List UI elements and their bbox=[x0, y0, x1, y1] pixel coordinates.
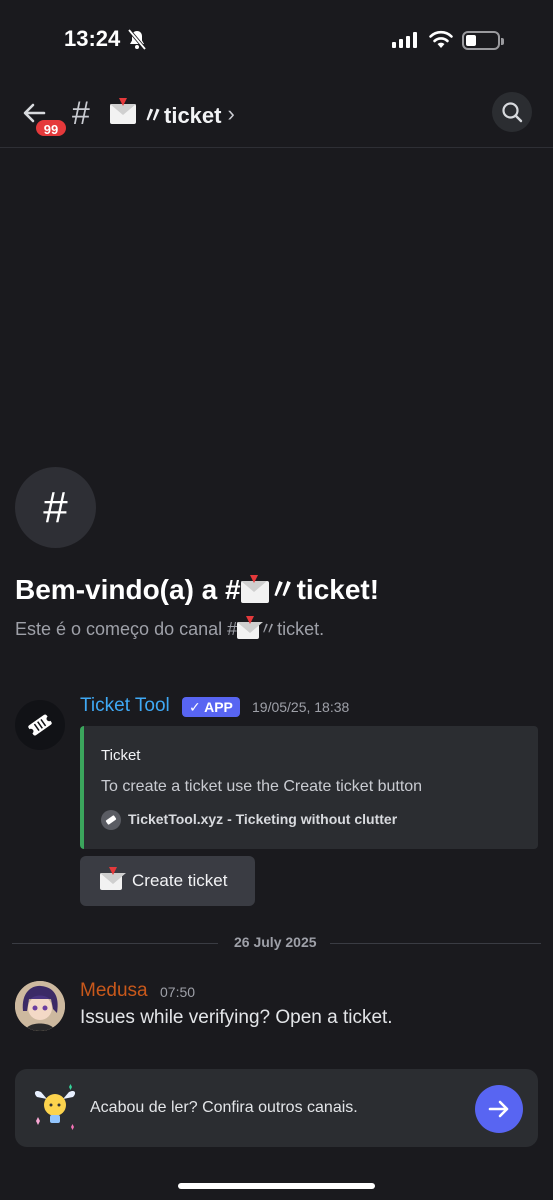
channel-hash-icon: # bbox=[72, 95, 90, 131]
channel-name: 〃ticket bbox=[142, 103, 222, 128]
unread-badge: 99 bbox=[34, 118, 68, 138]
next-channel-button[interactable] bbox=[475, 1085, 523, 1133]
status-time: 13:24 bbox=[64, 26, 121, 51]
ticket-tool-avatar[interactable] bbox=[15, 700, 65, 750]
arrow-right-icon bbox=[488, 1100, 509, 1118]
message-author[interactable]: Medusa bbox=[80, 980, 148, 1002]
next-channel-card[interactable]: Acabou de ler? Confira outros canais. bbox=[15, 1069, 538, 1147]
message-embed: Ticket To create a ticket use the Create… bbox=[80, 726, 538, 849]
envelope-arrow-icon bbox=[240, 574, 269, 603]
cellular-signal-icon bbox=[392, 32, 417, 48]
app-tag: ✓ APP bbox=[182, 697, 240, 717]
message-timestamp: 07:50 bbox=[160, 984, 196, 1000]
date-divider: 26 July 2025 bbox=[12, 933, 541, 953]
search-icon bbox=[502, 102, 523, 123]
embed-description: To create a ticket use the Create ticket… bbox=[101, 778, 423, 795]
embed-title: Ticket bbox=[101, 747, 141, 764]
welcome-subtitle: Este é o começo do canal # 〃ticket. bbox=[15, 615, 325, 639]
channel-title[interactable]: 〃ticket › bbox=[110, 98, 235, 130]
search-button[interactable] bbox=[492, 92, 532, 132]
channel-hash-avatar: # bbox=[15, 467, 96, 548]
status-bar: 13:24 bbox=[0, 0, 553, 80]
channel-header: 99 # 〃ticket › bbox=[0, 80, 553, 148]
chevron-right-icon: › bbox=[227, 101, 235, 126]
wifi-icon bbox=[428, 29, 454, 54]
date-divider-label: 26 July 2025 bbox=[234, 934, 317, 950]
battery-icon bbox=[462, 31, 504, 50]
welcome-title: Bem-vindo(a) a # 〃ticket! bbox=[15, 574, 380, 605]
next-channel-text: Acabou de ler? Confira outros canais. bbox=[90, 1099, 358, 1116]
envelope-arrow-icon bbox=[110, 98, 136, 124]
ticket-icon bbox=[28, 714, 52, 736]
medusa-avatar[interactable] bbox=[15, 981, 65, 1031]
message-timestamp: 19/05/25, 18:38 bbox=[252, 699, 350, 715]
message-text: Issues while verifying? Open a ticket. bbox=[80, 1007, 393, 1028]
lightbulb-icon bbox=[31, 1083, 79, 1138]
envelope-arrow-icon bbox=[100, 866, 126, 890]
home-indicator[interactable] bbox=[178, 1183, 375, 1189]
bell-off-icon bbox=[127, 28, 147, 56]
message-author[interactable]: Ticket Tool bbox=[80, 695, 170, 717]
envelope-arrow-icon bbox=[237, 615, 264, 639]
create-ticket-button[interactable]: Create ticket bbox=[80, 856, 255, 906]
embed-footer: TicketTool.xyz - Ticketing without clutt… bbox=[128, 811, 398, 827]
ticket-footer-icon bbox=[101, 810, 121, 830]
create-ticket-label: Create ticket bbox=[132, 871, 228, 890]
